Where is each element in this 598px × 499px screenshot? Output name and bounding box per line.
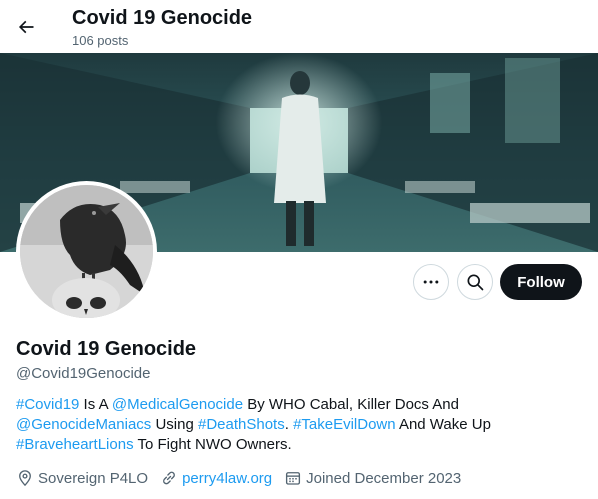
bio-text: Using [151,416,198,433]
hashtag-deathshots[interactable]: #DeathShots [198,416,285,433]
hashtag-covid19[interactable]: #Covid19 [16,396,79,413]
top-bar: Covid 19 Genocide 106 posts [0,0,598,53]
location-pin-icon [19,470,31,487]
avatar-image [20,185,153,318]
more-button[interactable] [413,264,449,300]
bio-text: To Fight NWO Owners. [133,436,292,453]
mention-medicalgenocide[interactable]: @MedicalGenocide [112,396,243,413]
avatar[interactable] [16,181,157,322]
location: Sovereign P4LO [16,469,148,487]
link-icon [163,471,176,485]
raven-skull-image [20,185,153,318]
follow-button[interactable]: Follow [500,264,582,300]
more-horizontal-icon [423,280,439,284]
joined-date: Joined December 2023 [284,469,461,487]
website-link[interactable]: perry4law.org [182,470,272,487]
mention-genocidemaniacs[interactable]: @GenocideManiacs [16,416,151,433]
bio-text: Is A [79,396,112,413]
back-button[interactable] [8,9,44,45]
profile-handle: @Covid19Genocide [16,365,151,382]
profile-bio: #Covid19 Is A @MedicalGenocide By WHO Ca… [16,395,586,455]
joined-text: Joined December 2023 [306,469,462,487]
profile-meta: Sovereign P4LO perry4law.org Joined Dece… [16,468,473,488]
header-title: Covid 19 Genocide [72,7,253,29]
profile-name: Covid 19 Genocide [16,338,197,360]
location-text: Sovereign P4LO [38,469,149,487]
bio-text: And Wake Up [395,416,491,433]
search-icon [467,274,484,291]
hashtag-takeevildown[interactable]: #TakeEvilDown [293,416,396,433]
arrow-left-icon [18,20,34,34]
hashtag-braveheartlions[interactable]: #BraveheartLions [16,436,134,453]
bio-text: By WHO Cabal, Killer Docs And [243,396,459,413]
website: perry4law.org [160,469,272,487]
search-button[interactable] [457,264,493,300]
calendar-icon [286,472,301,485]
post-count: 106 posts [72,33,129,48]
bio-text: . [284,416,294,433]
